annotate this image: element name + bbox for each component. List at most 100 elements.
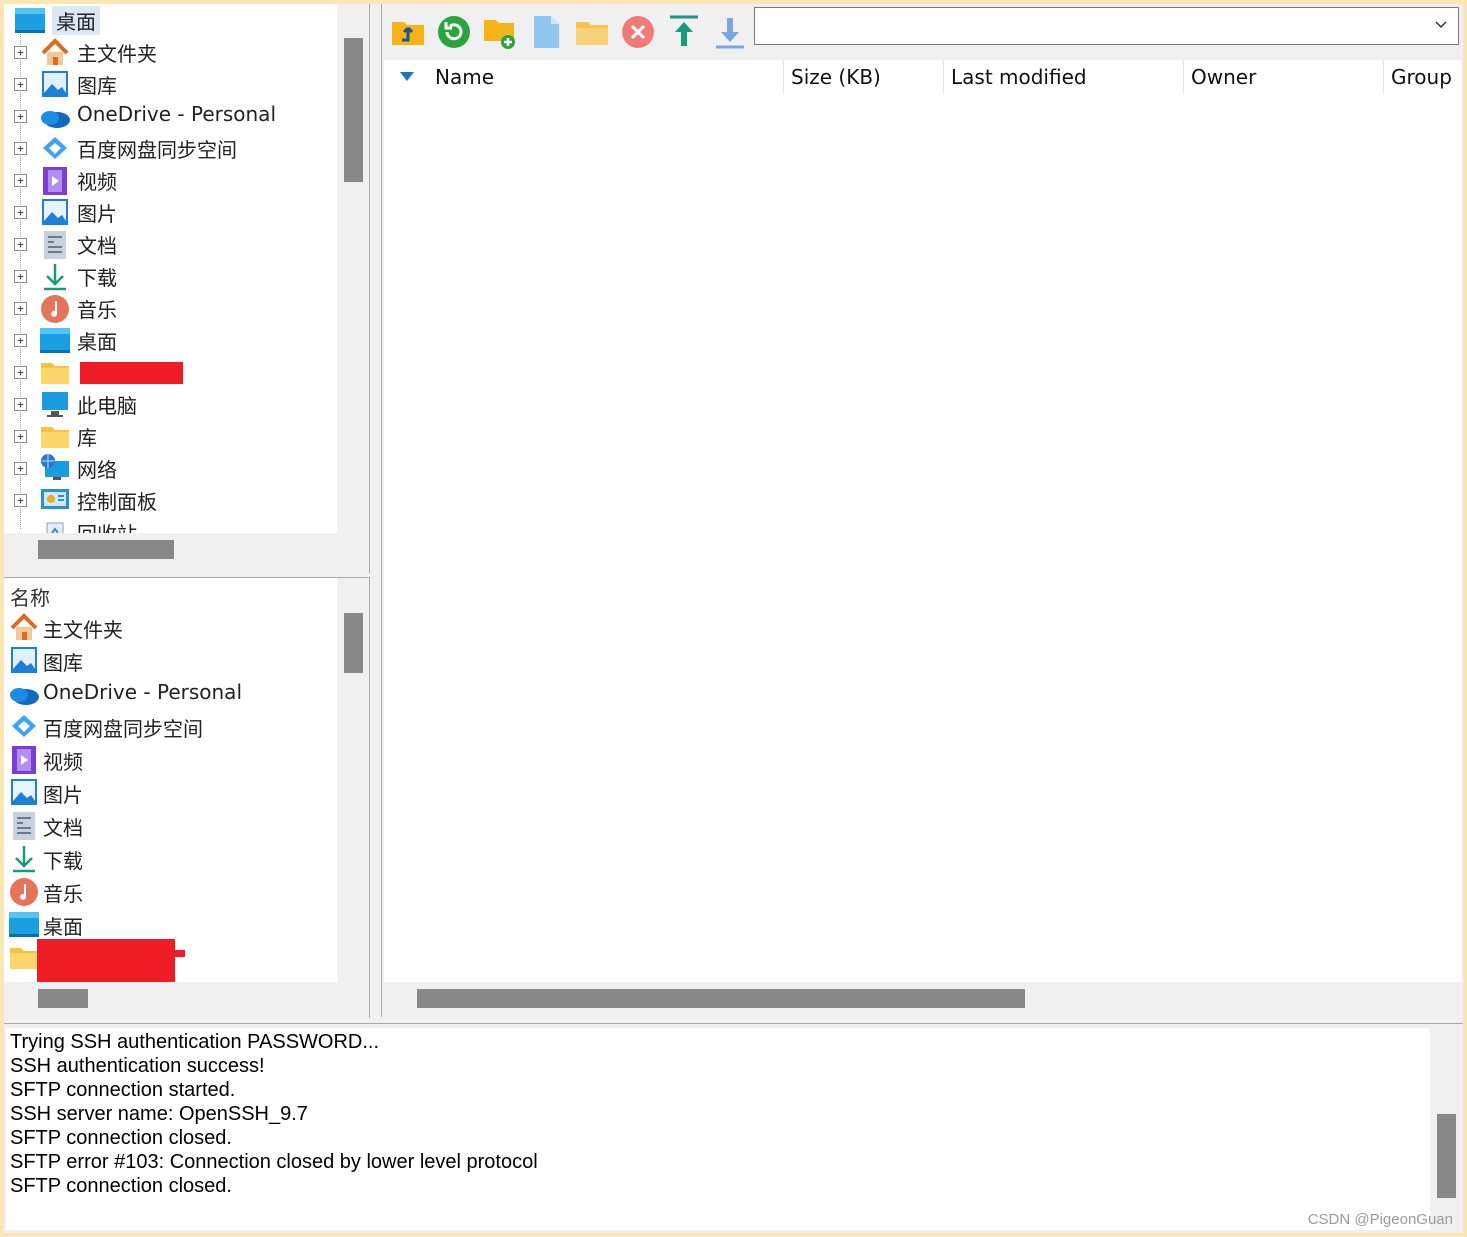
column-header-name[interactable]: 名称 <box>10 582 50 611</box>
list-item[interactable]: 文档 <box>4 809 337 842</box>
folder-icon <box>10 948 38 969</box>
expand-plus-icon[interactable]: + <box>14 46 27 59</box>
documents-folder-icon <box>13 812 35 840</box>
chevron-down-icon[interactable] <box>1434 18 1448 32</box>
column-separator[interactable] <box>783 60 784 94</box>
expand-plus-icon[interactable]: + <box>14 430 27 443</box>
list-horizontal-scroll-thumb[interactable] <box>38 989 88 1008</box>
tree-item-label: 桌面 <box>77 330 117 354</box>
folder-open-icon[interactable] <box>574 14 610 50</box>
expand-plus-icon[interactable]: + <box>14 174 27 187</box>
list-item-label: 百度网盘同步空间 <box>43 717 203 741</box>
tree-item[interactable]: + OneDrive - Personal <box>4 100 337 132</box>
sort-descending-icon <box>400 72 414 81</box>
tree-item[interactable]: + 百度网盘同步空间 <box>4 132 337 164</box>
tree-item-label: 回收站 <box>77 518 137 533</box>
expand-plus-icon[interactable]: + <box>14 206 27 219</box>
expand-plus-icon[interactable]: + <box>14 334 27 347</box>
expand-plus-icon[interactable]: + <box>14 366 27 379</box>
expand-plus-icon[interactable]: + <box>14 78 27 91</box>
remote-horizontal-scroll-thumb[interactable] <box>417 989 1025 1008</box>
video-folder-icon <box>43 167 67 195</box>
list-scroll-thumb[interactable] <box>344 613 363 673</box>
column-header-owner[interactable]: Owner <box>1191 60 1256 94</box>
remote-horizontal-scrollbar[interactable] <box>384 983 1462 1013</box>
list-item[interactable]: 百度网盘同步空间 <box>4 710 337 743</box>
tree-item[interactable]: + 视频 <box>4 164 337 196</box>
list-item[interactable]: OneDrive - Personal <box>4 677 337 710</box>
tree-root-label: 桌面 <box>52 6 100 35</box>
tree-item[interactable]: 回收站 <box>4 516 337 533</box>
column-separator[interactable] <box>1183 60 1184 94</box>
expand-plus-icon[interactable]: + <box>14 462 27 475</box>
folder-up-icon[interactable] <box>390 14 426 50</box>
tree-item[interactable]: + 主文件夹 <box>4 36 337 68</box>
column-header-size[interactable]: Size (KB) <box>791 60 881 94</box>
local-file-list[interactable]: 名称 主文件夹 图库 OneDrive - Personal 百度网盘同步空间 视频图片… <box>4 578 337 982</box>
expand-plus-icon[interactable]: + <box>14 142 27 155</box>
home-icon <box>10 613 38 640</box>
tree-item[interactable]: + 库 <box>4 420 337 452</box>
list-item[interactable]: 图片 <box>4 776 337 809</box>
tree-item-label: 百度网盘同步空间 <box>77 138 237 162</box>
upload-arrow-icon[interactable] <box>666 14 702 50</box>
list-item[interactable]: 下载 <box>4 842 337 875</box>
tree-scroll-thumb[interactable] <box>344 38 363 182</box>
list-item-label: 音乐 <box>43 882 83 906</box>
close-circle-icon[interactable] <box>620 14 656 50</box>
list-item-label: 主文件夹 <box>43 618 123 642</box>
tree-item[interactable]: + 文档 <box>4 228 337 260</box>
tree-item-label: 图片 <box>77 202 117 226</box>
download-arrow-icon[interactable] <box>712 14 748 50</box>
tree-item[interactable]: + 网络 <box>4 452 337 484</box>
tree-root-desktop[interactable]: 桌面 <box>4 4 337 36</box>
list-item[interactable]: 图库 <box>4 644 337 677</box>
onedrive-cloud-icon <box>41 111 70 128</box>
expand-plus-icon[interactable]: + <box>14 302 27 315</box>
tree-item[interactable]: + 图片 <box>4 196 337 228</box>
refresh-icon[interactable] <box>436 14 472 50</box>
tree-item[interactable]: + 下载 <box>4 260 337 292</box>
tree-item-label: 主文件夹 <box>77 42 157 66</box>
list-item[interactable]: 桌面 <box>4 908 337 941</box>
download-arrow-icon <box>13 846 35 873</box>
column-separator[interactable] <box>1383 60 1384 94</box>
column-header-last-modified[interactable]: Last modified <box>951 60 1087 94</box>
music-note-icon <box>41 295 69 323</box>
log-scroll-thumb[interactable] <box>1437 1114 1456 1198</box>
expand-plus-icon[interactable]: + <box>14 270 27 283</box>
column-header-group[interactable]: Group <box>1391 60 1452 94</box>
remote-path-combobox[interactable] <box>754 7 1459 45</box>
list-item-label: 图片 <box>43 783 83 807</box>
expand-plus-icon[interactable]: + <box>14 398 27 411</box>
list-item[interactable]: 视频 <box>4 743 337 776</box>
tree-item[interactable]: + 桌面 <box>4 324 337 356</box>
column-separator[interactable] <box>943 60 944 94</box>
music-note-icon <box>10 878 38 906</box>
expand-plus-icon[interactable]: + <box>14 110 27 123</box>
file-icon[interactable] <box>528 14 564 50</box>
tree-item-label: OneDrive - Personal <box>77 102 276 126</box>
list-item[interactable]: 主文件夹 <box>4 611 337 644</box>
log-output[interactable]: Trying SSH authentication PASSWORD... SSH… <box>6 1028 1430 1230</box>
remote-file-list[interactable]: Name Size (KB) Last modified Owner Group <box>384 60 1462 982</box>
tree-item[interactable]: + 控制面板 <box>4 484 337 516</box>
list-item[interactable]: 音乐 <box>4 875 337 908</box>
tree-item[interactable]: + 音乐 <box>4 292 337 324</box>
desktop-folder-icon <box>15 8 45 33</box>
expand-plus-icon[interactable]: + <box>14 494 27 507</box>
tree-item[interactable]: + 此电脑 <box>4 388 337 420</box>
download-arrow-icon <box>44 264 66 291</box>
column-header-name[interactable]: Name <box>435 60 494 94</box>
expand-plus-icon[interactable]: + <box>14 238 27 251</box>
tree-item-label: 控制面板 <box>77 490 157 514</box>
tree-item-label: 视频 <box>77 170 117 194</box>
tree-item[interactable]: + 图库 <box>4 68 337 100</box>
folder-tree[interactable]: 桌面 + 主文件夹 + 图库 + OneDrive - Personal + 百度网盘同步空间… <box>4 4 337 533</box>
desktop-folder-icon <box>9 912 39 937</box>
pictures-folder-icon <box>11 779 37 805</box>
desktop-folder-icon <box>40 328 70 353</box>
folder-add-icon[interactable] <box>482 14 518 50</box>
tree-horizontal-scroll-thumb[interactable] <box>38 540 174 559</box>
list-item-label: 文档 <box>43 816 83 840</box>
